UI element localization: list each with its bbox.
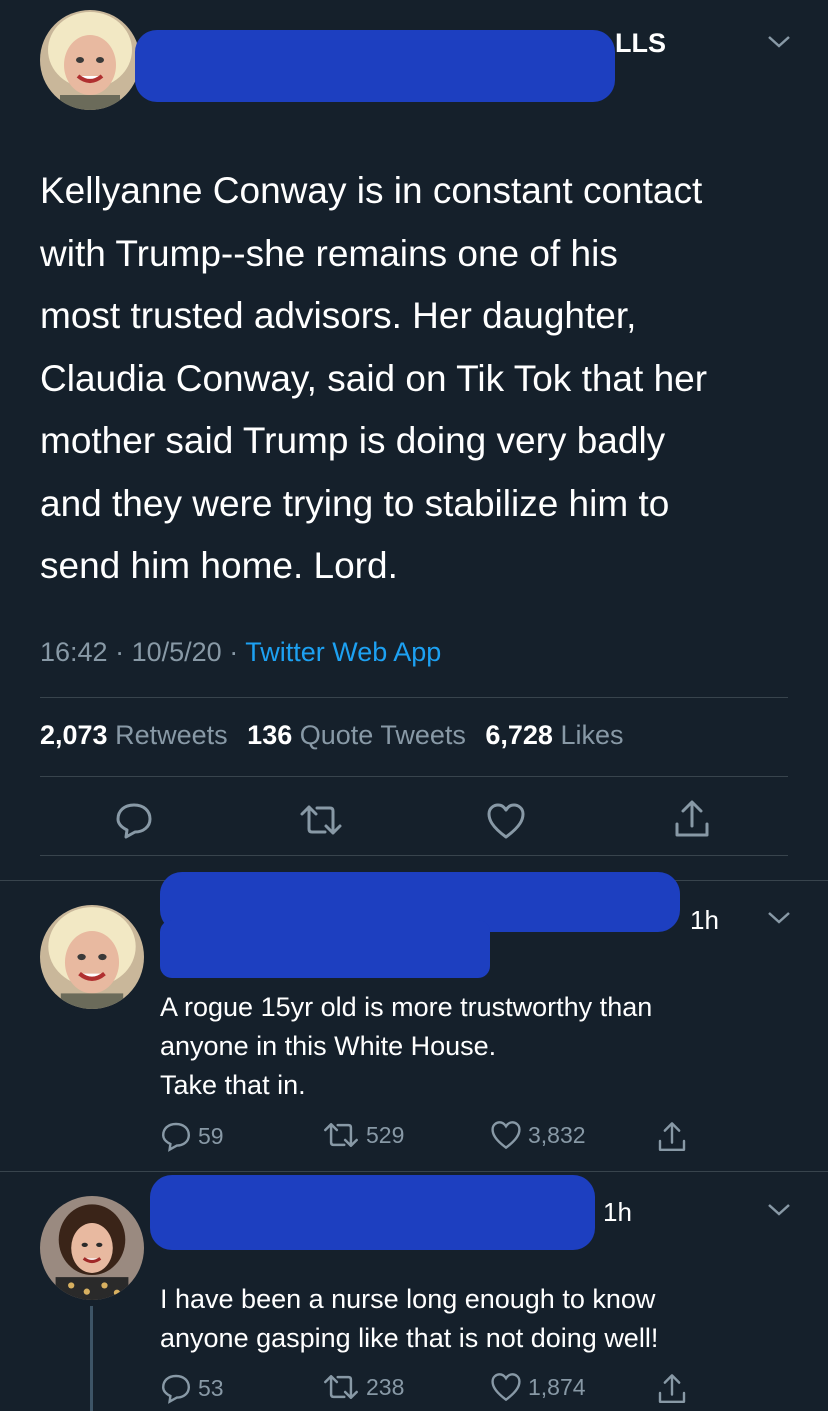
retweet-icon	[324, 1375, 358, 1399]
like-count-value: 1,874	[528, 1373, 586, 1400]
chevron-down-icon	[768, 912, 790, 924]
more-options-chevron[interactable]	[766, 1202, 792, 1218]
divider	[40, 776, 788, 777]
redacted-name	[150, 1175, 595, 1250]
divider	[40, 697, 788, 698]
reply-icon	[161, 1374, 191, 1404]
like-icon	[491, 1373, 521, 1402]
retweets-count[interactable]: 2,073	[40, 720, 108, 750]
thread-line	[90, 1306, 93, 1411]
tweet-source-link[interactable]: Twitter Web App	[245, 637, 441, 667]
like-icon	[491, 1121, 521, 1150]
share-button[interactable]	[656, 1120, 688, 1159]
author-avatar[interactable]	[40, 10, 140, 110]
chevron-down-icon	[768, 36, 790, 48]
reply-avatar[interactable]	[40, 905, 144, 1009]
chevron-down-icon	[768, 1204, 790, 1216]
retweet-count[interactable]: 529	[322, 1120, 404, 1150]
quotes-count[interactable]: 136	[247, 720, 292, 750]
reply-count-value: 53	[198, 1374, 224, 1401]
like-count[interactable]: 1,874	[490, 1372, 586, 1402]
more-options-chevron[interactable]	[766, 34, 792, 50]
like-count-value: 3,832	[528, 1121, 586, 1148]
share-icon	[658, 1122, 686, 1151]
retweet-count-value: 529	[366, 1121, 405, 1148]
tweet-meta: 16:42 · 10/5/20 · Twitter Web App	[40, 637, 441, 668]
tweet-date: 10/5/20	[131, 637, 222, 667]
retweet-button[interactable]	[298, 802, 344, 843]
more-options-chevron[interactable]	[766, 910, 792, 926]
separator: ·	[115, 637, 125, 667]
tweet-stats: 2,073 Retweets 136 Quote Tweets 6,728 Li…	[40, 720, 624, 751]
reply-text: A rogue 15yr old is more trustworthy tha…	[160, 992, 653, 1100]
reply-count-value: 59	[198, 1122, 224, 1149]
reply-time: 1h	[603, 1197, 632, 1227]
tweet-text: Kellyanne Conway is in constant contact …	[40, 170, 708, 586]
divider	[40, 855, 788, 856]
retweet-icon	[300, 805, 342, 835]
reply-icon	[116, 803, 152, 839]
author-name-tail: LLS	[615, 28, 666, 58]
reply-avatar[interactable]	[40, 1196, 144, 1300]
share-icon	[658, 1374, 686, 1403]
reply-text: I have been a nurse long enough to know …	[160, 1284, 659, 1353]
like-count[interactable]: 3,832	[490, 1120, 586, 1150]
reply-icon	[161, 1122, 191, 1152]
retweet-count[interactable]: 238	[322, 1372, 404, 1402]
divider	[0, 1171, 828, 1172]
retweets-label[interactable]: Retweets	[115, 720, 228, 750]
reply-count[interactable]: 59	[160, 1120, 224, 1152]
share-icon	[675, 800, 709, 837]
share-button[interactable]	[672, 798, 712, 845]
retweet-count-value: 238	[366, 1373, 405, 1400]
likes-count[interactable]: 6,728	[485, 720, 553, 750]
share-button[interactable]	[656, 1372, 688, 1411]
redacted-name	[135, 30, 615, 102]
quotes-label[interactable]: Quote Tweets	[300, 720, 466, 750]
retweet-icon	[324, 1123, 358, 1147]
separator: ·	[229, 637, 239, 667]
like-button[interactable]	[486, 802, 526, 845]
redacted-handle	[160, 920, 490, 978]
reply-time: 1h	[690, 905, 719, 935]
likes-label[interactable]: Likes	[560, 720, 623, 750]
reply-button[interactable]	[114, 800, 154, 845]
like-icon	[487, 803, 525, 839]
reply-count[interactable]: 53	[160, 1372, 224, 1404]
tweet-time: 16:42	[40, 637, 108, 667]
